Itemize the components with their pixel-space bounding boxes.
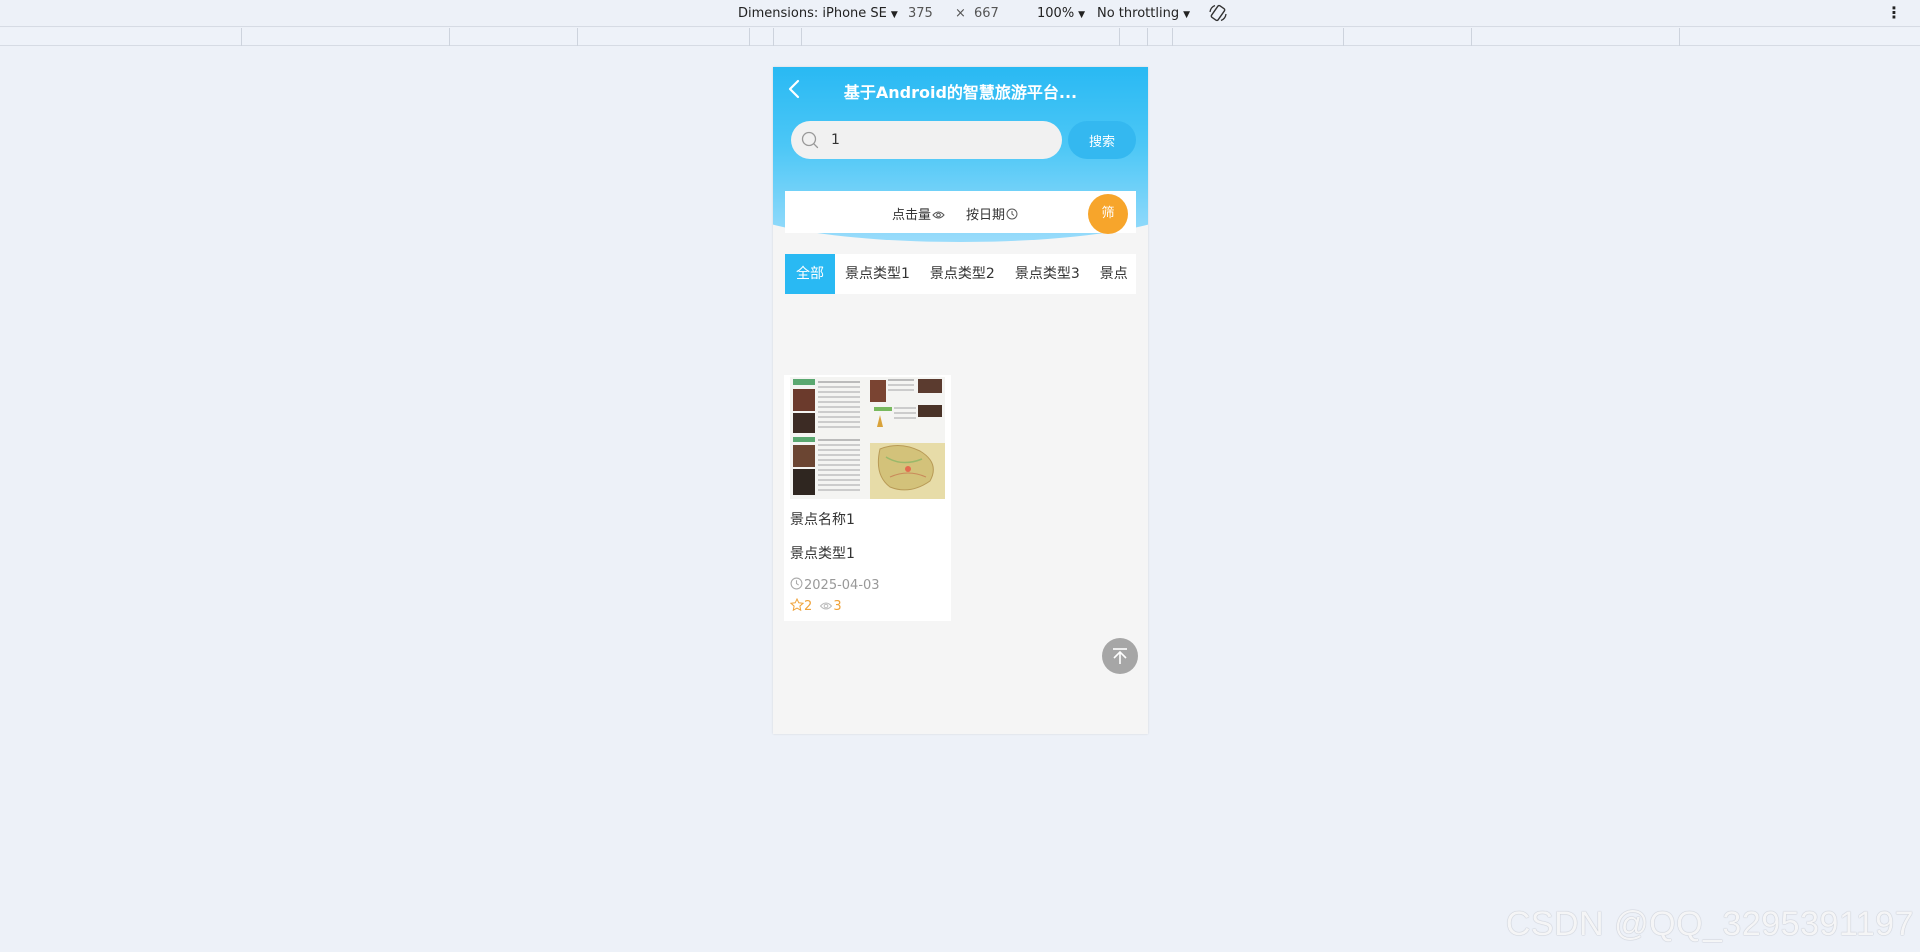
attraction-thumbnail <box>790 377 945 499</box>
attraction-name: 景点名称1 <box>790 512 855 528</box>
zoom-label: 100% <box>1037 6 1075 21</box>
phone-viewport: 基于Android的智慧旅游平台... 搜索 点击量 按日期 筛 全部景点类型1… <box>773 67 1148 734</box>
watermark: CSDN @QQ_3295391197 <box>1505 905 1914 943</box>
sort-bar: 点击量 按日期 筛 <box>785 191 1136 234</box>
attraction-date-value: 2025-04-03 <box>804 578 880 593</box>
height-input[interactable]: 667 <box>974 6 999 21</box>
filter-button[interactable]: 筛 <box>1088 194 1128 234</box>
zoom-selector[interactable]: 100% ▼ <box>1037 6 1085 21</box>
attraction-type: 景点类型1 <box>790 546 855 562</box>
top-bar: 基于Android的智慧旅游平台... <box>773 67 1148 111</box>
more-options-icon[interactable]: ⋮ <box>1886 3 1902 22</box>
chevron-down-icon: ▼ <box>1078 10 1086 20</box>
brochure-image <box>790 377 945 499</box>
eye-icon <box>820 602 833 610</box>
star-count: 2 <box>804 599 813 614</box>
tab-type-3[interactable]: 景点类型3 <box>1005 254 1090 294</box>
devtools-toolbar: Dimensions: iPhone SE ▼ 375 × 667 100% ▼ N… <box>0 0 1920 27</box>
search-box[interactable] <box>791 121 1062 159</box>
width-input[interactable]: 375 <box>908 6 933 21</box>
arrow-up-icon <box>1113 648 1127 664</box>
clock-icon <box>1006 208 1018 220</box>
back-arrow-icon[interactable] <box>783 77 807 101</box>
times-sign: × <box>955 6 966 21</box>
device-label: Dimensions: iPhone SE <box>738 6 887 21</box>
sort-by-clicks-label: 点击量 <box>892 208 932 223</box>
page-title: 基于Android的智慧旅游平台... <box>843 83 1078 102</box>
tab-type-4[interactable]: 景点 <box>1090 254 1136 294</box>
tab-all[interactable]: 全部 <box>785 254 835 294</box>
view-count: 3 <box>833 599 842 614</box>
rotate-icon[interactable] <box>1208 3 1228 23</box>
back-to-top-button[interactable] <box>1102 638 1138 674</box>
tab-type-1[interactable]: 景点类型1 <box>835 254 920 294</box>
category-tabs: 全部 景点类型1 景点类型2 景点类型3 景点 <box>785 254 1136 294</box>
search-icon <box>801 131 819 149</box>
attraction-stats: 2 3 <box>789 597 842 614</box>
eye-icon <box>932 211 945 219</box>
search-button[interactable]: 搜索 <box>1068 121 1136 159</box>
media-query-ruler <box>0 28 1920 46</box>
sort-by-clicks[interactable]: 点击量 <box>892 204 945 223</box>
chevron-down-icon: ▼ <box>890 10 898 20</box>
attraction-card[interactable]: 景点名称1 景点类型1 2025-04-03 2 3 <box>784 375 951 621</box>
chevron-down-icon: ▼ <box>1183 10 1190 20</box>
tab-type-2[interactable]: 景点类型2 <box>920 254 1005 294</box>
attraction-date: 2025-04-03 <box>790 577 880 593</box>
star-icon <box>789 597 805 612</box>
sort-by-date[interactable]: 按日期 <box>966 204 1018 223</box>
sort-by-date-label: 按日期 <box>966 208 1006 223</box>
search-input[interactable] <box>831 121 1051 159</box>
throttling-label: No throttling <box>1097 6 1180 21</box>
clock-icon <box>790 577 803 590</box>
throttling-selector[interactable]: No throttling ▼ <box>1097 6 1190 21</box>
device-selector[interactable]: Dimensions: iPhone SE ▼ <box>738 6 898 21</box>
